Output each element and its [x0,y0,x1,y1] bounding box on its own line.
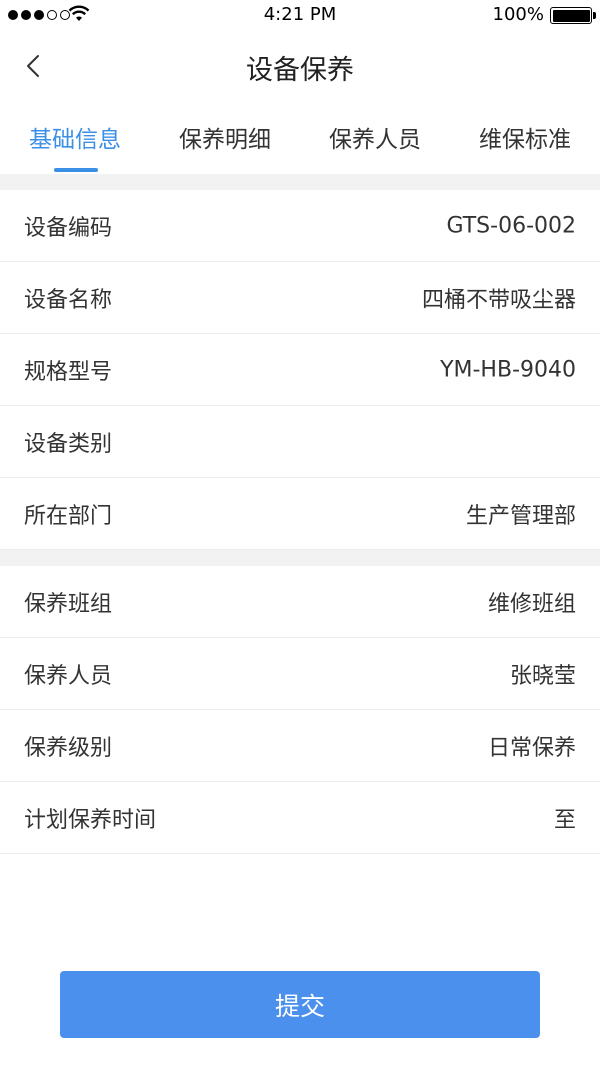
field-label: 所在部门 [24,503,113,529]
tab-basic-info[interactable]: 基础信息 [0,120,150,154]
field-value: 至 [553,807,576,833]
tab-bar: 基础信息 保养明细 保养人员 维保标准 [0,102,600,174]
field-label: 保养级别 [24,735,113,761]
field-value: 四桶不带吸尘器 [421,287,576,313]
field-row-maintenance-team[interactable]: 保养班组 维修班组 [0,566,600,638]
field-value: 维修班组 [487,591,576,617]
tab-maintenance-details[interactable]: 保养明细 [150,120,300,154]
field-row-maintenance-person[interactable]: 保养人员 张晓莹 [0,638,600,710]
field-label: 保养人员 [24,663,113,689]
section-divider [0,550,600,566]
field-label: 设备编码 [24,215,113,241]
field-value: GTS-06-002 [446,213,576,238]
battery-percentage: 100% [492,4,544,25]
field-label: 设备类别 [24,431,113,457]
battery-icon [550,7,592,24]
field-row-equipment-category: 设备类别 [0,406,600,478]
field-value: 日常保养 [487,735,576,761]
status-bar: 4:21 PM 100% [0,0,600,30]
field-row-planned-time[interactable]: 计划保养时间 至 [0,782,600,854]
field-value: 张晓莹 [509,663,576,689]
field-value: 生产管理部 [465,503,576,529]
field-row-equipment-code: 设备编码 GTS-06-002 [0,190,600,262]
nav-bar: 设备保养 [0,30,600,102]
page-title: 设备保养 [246,55,354,86]
field-label: 设备名称 [24,287,113,313]
field-label: 保养班组 [24,591,113,617]
submit-button[interactable]: 提交 [60,971,540,1038]
field-label: 计划保养时间 [24,807,157,833]
field-value: YM-HB-9040 [440,357,576,382]
tab-maintenance-standards[interactable]: 维保标准 [450,120,600,154]
section-divider [0,174,600,190]
field-row-maintenance-level[interactable]: 保养级别 日常保养 [0,710,600,782]
tab-maintenance-personnel[interactable]: 保养人员 [300,120,450,154]
field-row-department: 所在部门 生产管理部 [0,478,600,550]
field-row-spec-model: 规格型号 YM-HB-9040 [0,334,600,406]
battery-tip [593,12,596,19]
active-tab-indicator [54,168,98,172]
field-label: 规格型号 [24,359,113,385]
field-row-equipment-name: 设备名称 四桶不带吸尘器 [0,262,600,334]
